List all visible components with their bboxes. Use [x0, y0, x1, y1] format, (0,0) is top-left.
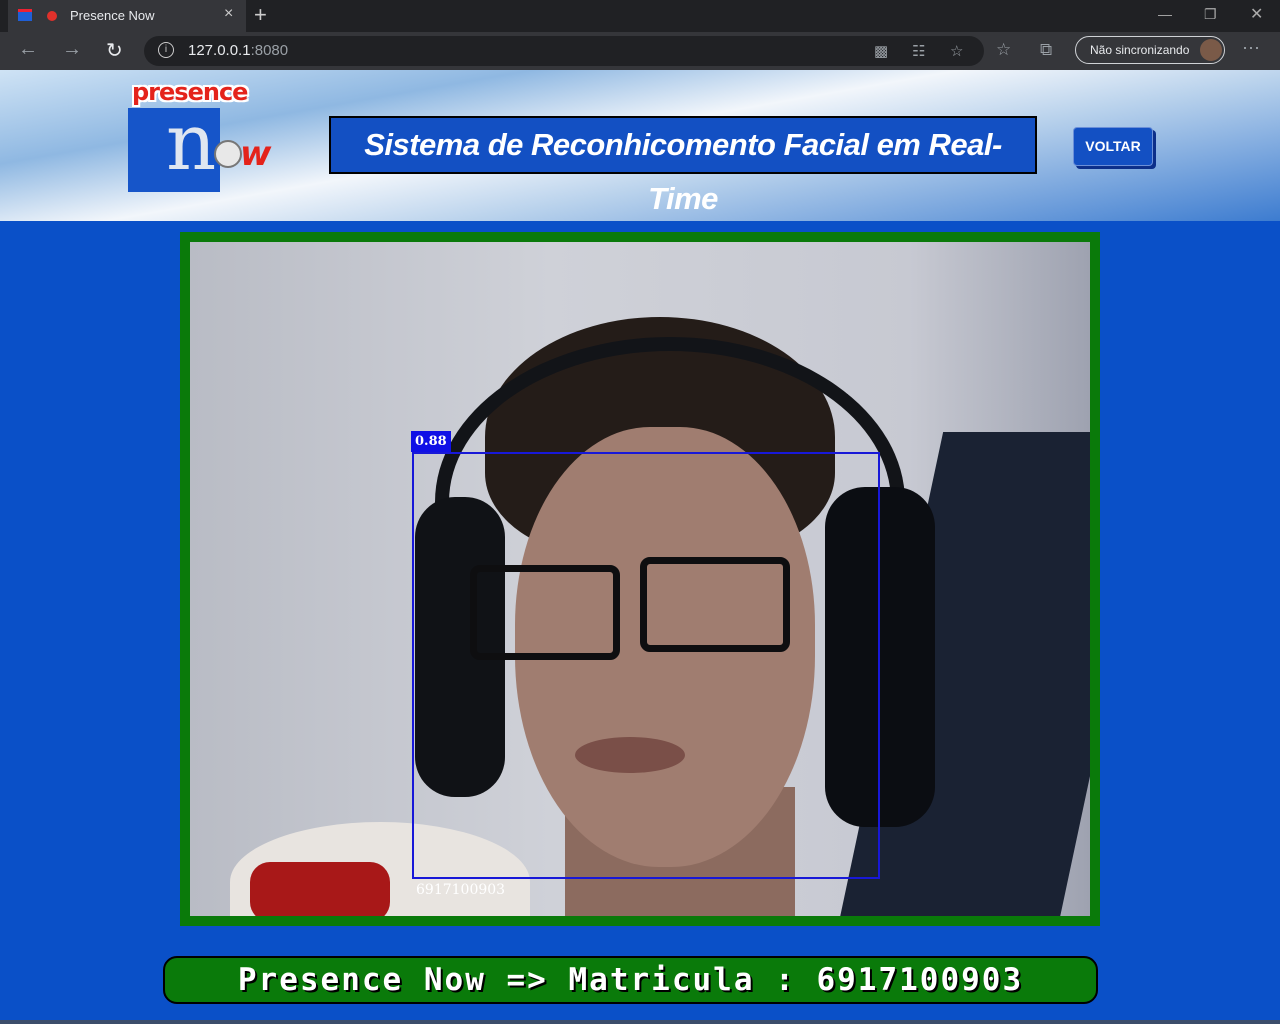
forward-icon[interactable]: → — [62, 38, 82, 61]
new-tab-icon[interactable]: + — [254, 2, 267, 28]
browser-tab[interactable]: Presence Now × — [8, 0, 246, 32]
refresh-icon[interactable]: ↻ — [106, 38, 123, 63]
matricula-label: 6917100903 — [416, 882, 506, 898]
favorites-icon[interactable]: ☆ — [996, 40, 1011, 60]
avatar — [1200, 39, 1222, 61]
bottom-scroll-bar — [0, 1020, 1280, 1024]
sync-button[interactable]: Não sincronizando — [1075, 36, 1225, 64]
favicon-icon — [18, 9, 32, 21]
address-bar[interactable]: i 127.0.0.1:8080 ▩ ☷ ☆ — [144, 36, 984, 66]
browser-toolbar: ← → ↻ i 127.0.0.1:8080 ▩ ☷ ☆ ☆ ⧉ Não sin… — [0, 32, 1280, 70]
webcam-feed: 0.88 6917100903 — [190, 242, 1090, 916]
recording-icon — [47, 11, 57, 21]
minimize-icon[interactable]: — — [1158, 6, 1172, 22]
confidence-score: 0.88 — [411, 431, 451, 452]
camera-icon[interactable]: ▩ — [874, 42, 888, 60]
background-red-object — [250, 862, 390, 916]
close-tab-icon[interactable]: × — [224, 5, 233, 23]
tab-title: Presence Now — [70, 8, 155, 23]
presence-now-logo: presence n w — [128, 78, 278, 193]
webcam-icon — [214, 140, 242, 168]
page-header: presence n w Sistema de Reconhicomento F… — [0, 70, 1280, 221]
sync-label: Não sincronizando — [1090, 43, 1190, 57]
face-bounding-box — [412, 452, 880, 879]
logo-n-letter: n — [166, 98, 217, 188]
restore-icon[interactable]: ❐ — [1204, 6, 1217, 23]
url-text: 127.0.0.1:8080 — [188, 42, 289, 59]
logo-w-letter: w — [240, 134, 272, 174]
camera-frame: 0.88 6917100903 — [180, 232, 1100, 926]
more-icon[interactable]: ⋯ — [1242, 38, 1260, 59]
recognition-result: Presence Now => Matricula : 6917100903 — [163, 956, 1098, 1004]
voltar-button[interactable]: VOLTAR — [1073, 127, 1153, 166]
translate-icon[interactable]: ☷ — [912, 42, 925, 60]
close-window-icon[interactable]: ✕ — [1250, 4, 1263, 24]
back-icon[interactable]: ← — [18, 38, 38, 61]
info-icon[interactable]: i — [158, 42, 174, 58]
browser-tab-bar: Presence Now × + — ❐ ✕ — [0, 0, 1280, 32]
collections-icon[interactable]: ⧉ — [1040, 40, 1052, 60]
star-icon[interactable]: ☆ — [950, 42, 963, 60]
page-title: Sistema de Reconhicomento Facial em Real… — [329, 116, 1037, 216]
